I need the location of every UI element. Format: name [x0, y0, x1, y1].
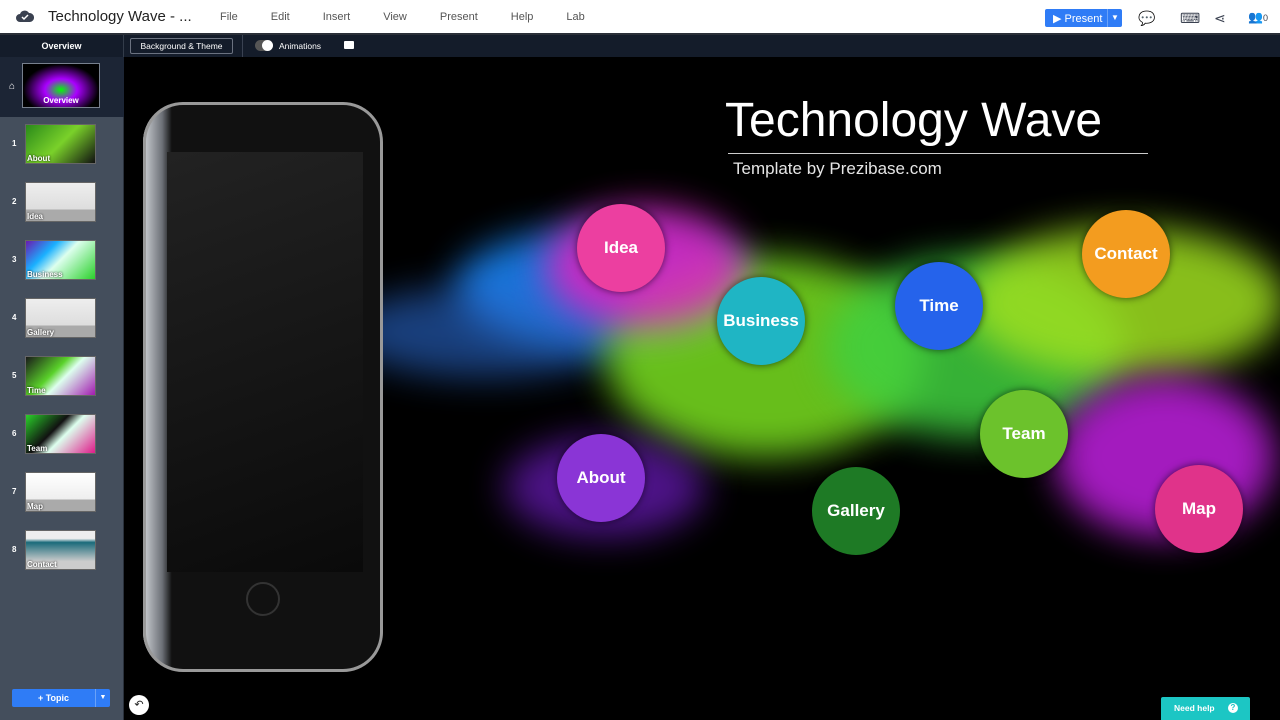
slide-preview: Gallery [25, 298, 96, 338]
comments-icon[interactable]: 💬 [1138, 10, 1155, 27]
topic-bubble-map[interactable]: Map [1155, 465, 1243, 553]
slide-number: 3 [12, 255, 17, 264]
slide-preview: Team [25, 414, 96, 454]
slide-label: Map [27, 502, 43, 511]
comment-icon[interactable] [344, 41, 354, 49]
slide-number: 4 [12, 313, 17, 322]
present-dropdown-chevron-icon[interactable]: ▼ [1107, 9, 1122, 27]
slide-thumbnail-team[interactable]: 6 Team [0, 414, 124, 456]
divider [242, 35, 243, 57]
slide-thumbnail-business[interactable]: 3 Business [0, 240, 124, 282]
present-button[interactable]: ▶ Present ▼ [1045, 9, 1122, 27]
slide-label: Contact [27, 560, 57, 569]
topic-dropdown-chevron-icon[interactable]: ▼ [95, 689, 110, 707]
menu-present[interactable]: Present [440, 11, 478, 23]
slide-label: About [27, 154, 51, 163]
slide-title: Technology Wave [725, 94, 1103, 147]
back-arrow-icon[interactable]: ↶ [129, 695, 149, 715]
overview-tab[interactable]: Overview [0, 35, 124, 57]
menu-insert[interactable]: Insert [323, 11, 351, 23]
menu-help[interactable]: Help [511, 11, 534, 23]
presentation-canvas[interactable]: Technology Wave Template by Prezibase.co… [125, 57, 1280, 720]
present-text: Present [1064, 12, 1103, 25]
top-bar: Technology Wave - ... File Edit Insert V… [0, 0, 1280, 35]
animations-label: Animations [279, 41, 322, 51]
slide-thumbnail-gallery[interactable]: 4 Gallery [0, 298, 124, 340]
collaborators-icon[interactable]: 👥0 [1248, 10, 1268, 24]
overview-thumbnail[interactable]: Overview [22, 63, 100, 108]
background-theme-button[interactable]: Background & Theme [130, 38, 233, 54]
slide-number: 8 [12, 545, 17, 554]
add-topic-button[interactable]: + Topic ▼ [12, 689, 110, 707]
topic-bubble-idea[interactable]: Idea [577, 204, 665, 292]
slide-sidebar: ⌂ Overview 1 About 2 Idea 3 Business 4 Gallery 5… [0, 57, 124, 720]
slide-label: Idea [27, 212, 44, 221]
collaborators-count: 0 [1262, 13, 1268, 23]
need-help-button[interactable]: Need help? [1161, 697, 1250, 720]
title-underline [728, 153, 1148, 154]
presentation-title[interactable]: Technology Wave - ... [48, 8, 192, 25]
add-topic-label: + Topic [37, 693, 70, 703]
slide-subtitle: Template by Prezibase.com [733, 159, 942, 178]
slide-label: Time [27, 386, 46, 395]
menu-file[interactable]: File [220, 11, 238, 23]
slide-preview: Contact [25, 530, 96, 570]
slide-thumbnail-idea[interactable]: 2 Idea [0, 182, 124, 224]
slide-thumbnail-map[interactable]: 7 Map [0, 472, 124, 514]
need-help-label: Need help [1174, 703, 1215, 713]
slide-number: 5 [12, 371, 17, 380]
slide-preview: Map [25, 472, 96, 512]
topic-bubble-business[interactable]: Business [717, 277, 805, 365]
topic-bubble-team[interactable]: Team [980, 390, 1068, 478]
slide-thumbnail-about[interactable]: 1 About [0, 124, 124, 166]
menu-view[interactable]: View [383, 11, 407, 23]
phone-screen [167, 152, 363, 572]
slide-number: 6 [12, 429, 17, 438]
menu-bar: File Edit Insert View Present Help Lab [220, 11, 618, 23]
slide-preview: Idea [25, 182, 96, 222]
present-label: ▶ Present [1053, 12, 1103, 25]
share-icon[interactable]: ⋖ [1214, 10, 1226, 27]
slide-number: 7 [12, 487, 17, 496]
animations-toggle[interactable] [255, 40, 273, 51]
slide-number: 2 [12, 197, 17, 206]
topic-bubble-about[interactable]: About [557, 434, 645, 522]
question-icon: ? [1228, 703, 1238, 713]
slide-label: Gallery [27, 328, 55, 337]
editor-toolbar: Overview Background & Theme Animations [0, 35, 1280, 57]
topic-bubble-contact[interactable]: Contact [1082, 210, 1170, 298]
slide-thumbnail-contact[interactable]: 8 Contact [0, 530, 124, 572]
slide-number: 1 [12, 139, 17, 148]
menu-lab[interactable]: Lab [566, 11, 584, 23]
topic-bubble-gallery[interactable]: Gallery [812, 467, 900, 555]
topic-text: Topic [45, 693, 70, 703]
overview-thumb-label: Overview [43, 96, 79, 105]
menu-edit[interactable]: Edit [271, 11, 290, 23]
overview-section: ⌂ Overview [0, 57, 124, 117]
slide-label: Business [27, 270, 63, 279]
cast-laptop-icon[interactable]: ⌨ [1180, 10, 1200, 27]
slide-thumbnail-time[interactable]: 5 Time [0, 356, 124, 398]
cloud-logo-icon[interactable] [16, 9, 34, 23]
slide-preview: Time [25, 356, 96, 396]
slide-label: Team [27, 444, 48, 453]
home-icon[interactable]: ⌂ [9, 81, 15, 92]
phone-home-button [246, 582, 280, 616]
slide-preview: Business [25, 240, 96, 280]
phone-image [143, 102, 383, 672]
slide-preview: About [25, 124, 96, 164]
topic-bubble-time[interactable]: Time [895, 262, 983, 350]
